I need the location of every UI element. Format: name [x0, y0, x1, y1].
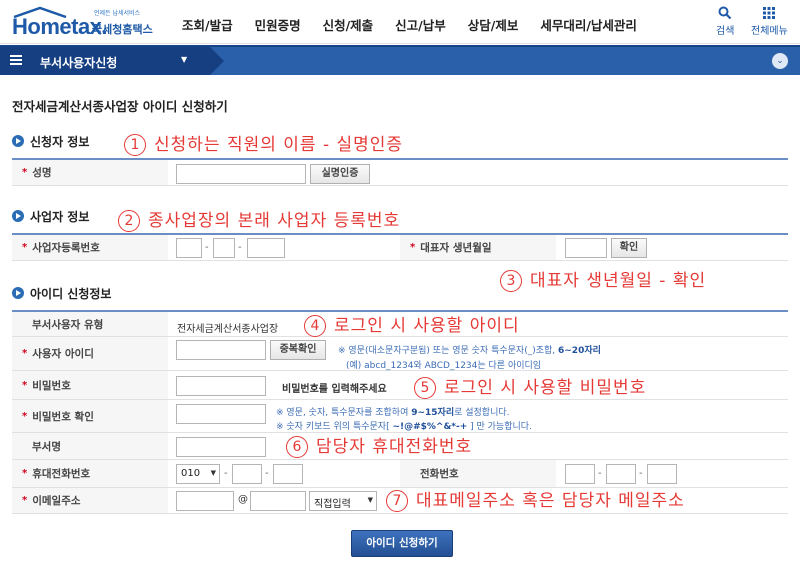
bizno-input-3[interactable] — [247, 238, 285, 258]
bizno-input-1[interactable] — [176, 238, 202, 258]
search-label: 검색 — [716, 26, 735, 37]
phone-input-3[interactable] — [647, 464, 677, 484]
form-row-name: * 성명 실명인증 — [12, 158, 788, 186]
form-row-mobile: *휴대전화번호 010 - - 전화번호 - - — [12, 460, 788, 488]
page-title: 전자세금계산서종사업장 아이디 신청하기 — [12, 99, 228, 114]
nav-item-application[interactable]: 신청/제출 — [323, 15, 374, 34]
phone-input-1[interactable] — [565, 464, 595, 484]
mobile-input-2[interactable] — [232, 464, 262, 484]
email-domain-input[interactable] — [250, 491, 306, 511]
user-id-example-note: (예) abcd_1234와 ABCD_1234는 다른 아이디임 — [346, 361, 542, 371]
location-label: 부서사용자신청 — [40, 56, 118, 70]
dept-label: 부서명 — [12, 433, 168, 459]
user-type-label: 부서사용자 유형 — [12, 312, 168, 336]
realname-verify-button[interactable]: 실명인증 — [310, 164, 370, 184]
bullet-arrow-icon — [12, 287, 24, 299]
hometax-logo[interactable]: Hometax. 언제든 납세서비스 국세청홈택스 — [8, 4, 163, 40]
annotation-7: 7 대표메일주소 혹은 담당자 메일주소 — [386, 486, 685, 512]
password-special-char-note: ※ 숫자 키보드 위의 특수문자[ ~!@#$%^&*-+ ] 만 가능합니다. — [276, 422, 532, 432]
section-title-id-info: 아이디 신청정보 — [12, 285, 111, 302]
dash-separator: - — [205, 242, 209, 253]
user-id-input[interactable] — [176, 340, 266, 360]
bullet-arrow-icon — [12, 135, 24, 147]
annotation-3: 3 대표자 생년월일 - 확인 — [500, 266, 706, 292]
location-bar: 부서사용자신청 ▼ ⌄ — [0, 45, 800, 75]
section-title-business: 사업자 정보 — [12, 208, 89, 225]
dash-separator: - — [224, 468, 228, 479]
global-nav: 조회/발급 민원증명 신청/제출 신고/납부 상담/제보 세무대리/납세관리 — [182, 15, 659, 34]
email-domain-select[interactable]: 직접입력 — [309, 491, 377, 511]
dash-separator: - — [265, 468, 269, 479]
nav-item-agent[interactable]: 세무대리/납세관리 — [540, 15, 637, 34]
section-title-applicant: 신청자 정보 — [12, 133, 89, 150]
apply-id-button[interactable]: 아이디 신청하기 — [351, 530, 453, 557]
mobile-prefix-select[interactable]: 010 — [176, 464, 220, 484]
form-row-password: * 비밀번호 비밀번호를 입력해주세요 — [12, 371, 788, 400]
logo-slogan: 언제든 납세서비스 — [94, 10, 141, 17]
email-label: * 이메일주소 — [12, 488, 168, 513]
password-rule-note: ※ 영문, 숫자, 특수문자를 조합하여 9~15자리로 설정합니다. — [276, 408, 510, 418]
password-label: * 비밀번호 — [12, 371, 168, 399]
all-menu-label: 전체메뉴 — [751, 26, 788, 37]
email-id-input[interactable] — [176, 491, 234, 511]
bizno-input-2[interactable] — [213, 238, 235, 258]
user-id-rule-note: ※ 영문(대소문자구분됨) 또는 영문 숫자 특수문자(_)조합, 6~20자리 — [338, 346, 601, 356]
phone-label: 전화번호 — [400, 460, 556, 487]
annotation-2: 2 종사업장의 본래 사업자 등록번호 — [118, 206, 400, 232]
nav-item-inquiry[interactable]: 조회/발급 — [182, 15, 233, 34]
hamburger-icon — [10, 55, 22, 65]
dash-separator: - — [598, 468, 602, 479]
email-at-sign: @ — [238, 494, 248, 505]
user-type-value: 전자세금계산서종사업장 — [177, 324, 279, 335]
form-row-bizno: * 사업자등록번호 - - * 대표자 생년월일 확인 — [12, 233, 788, 261]
search-button[interactable]: 검색 — [716, 6, 734, 37]
annotation-4: 4 로그인 시 사용할 아이디 — [304, 311, 520, 337]
logo-korean: 국세청홈택스 — [92, 23, 153, 36]
phone-input-2[interactable] — [606, 464, 636, 484]
name-input[interactable] — [176, 164, 306, 184]
form-row-user-id: * 사용자 아이디 중복확인 ※ 영문(대소문자구분됨) 또는 영문 숫자 특수문… — [12, 337, 788, 371]
rep-birth-confirm-button[interactable]: 확인 — [611, 238, 647, 258]
search-icon — [718, 6, 732, 20]
nav-item-certificate[interactable]: 민원증명 — [255, 15, 301, 34]
rep-birth-label: * 대표자 생년월일 — [400, 235, 556, 260]
location-dropdown[interactable]: 부서사용자신청 ▼ — [0, 47, 224, 75]
form-row-password-confirm: * 비밀번호 확인 ※ 영문, 숫자, 특수문자를 조합하여 9~15자리로 설정… — [12, 400, 788, 433]
all-menu-button[interactable]: 전체메뉴 — [751, 6, 788, 37]
grid-menu-icon — [763, 7, 776, 19]
annotation-6: 6 담당자 휴대전화번호 — [286, 432, 472, 458]
caret-down-icon: ▼ — [181, 55, 188, 64]
dash-separator: - — [639, 468, 643, 479]
password-prompt: 비밀번호를 입력해주세요 — [282, 384, 387, 395]
nav-item-filing[interactable]: 신고/납부 — [395, 15, 446, 34]
rep-birth-input[interactable] — [565, 238, 607, 258]
name-label: * 성명 — [12, 160, 168, 185]
dept-input[interactable] — [176, 437, 266, 457]
password-confirm-label: * 비밀번호 확인 — [12, 400, 168, 432]
user-id-label: * 사용자 아이디 — [12, 337, 168, 370]
annotation-1: 1 신청하는 직원의 이름 - 실명인증 — [124, 130, 403, 156]
top-header: Hometax. 언제든 납세서비스 국세청홈택스 조회/발급 민원증명 신청/… — [0, 0, 800, 44]
chevron-down-icon[interactable]: ⌄ — [772, 53, 788, 69]
bullet-arrow-icon — [12, 210, 24, 222]
duplicate-check-button[interactable]: 중복확인 — [270, 340, 326, 360]
password-confirm-input[interactable] — [176, 404, 266, 424]
annotation-5: 5 로그인 시 사용할 비밀번호 — [414, 373, 646, 399]
nav-item-consult[interactable]: 상담/제보 — [468, 15, 519, 34]
dash-separator: - — [238, 242, 242, 253]
mobile-label: * 휴대전화번호 — [12, 460, 168, 487]
bizno-label: * 사업자등록번호 — [12, 235, 168, 260]
password-input[interactable] — [176, 376, 266, 396]
mobile-input-3[interactable] — [273, 464, 303, 484]
